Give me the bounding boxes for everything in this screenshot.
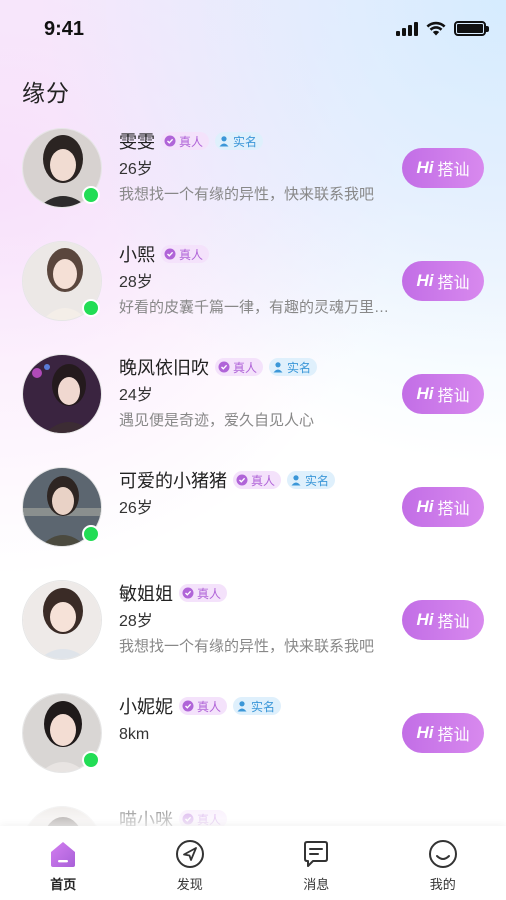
tab-home[interactable]: 首页	[0, 826, 127, 900]
list-item[interactable]: 雯雯 真人 实名 26岁 我想找一个有缘的异性，快来联系我吧 Hi 搭讪	[0, 124, 506, 236]
say-hi-button[interactable]: Hi 搭讪	[402, 600, 484, 640]
online-indicator	[82, 751, 100, 769]
avatar[interactable]	[22, 693, 102, 773]
real-person-badge: 真人	[161, 132, 210, 150]
person-icon	[272, 361, 284, 373]
user-age: 28岁	[119, 274, 153, 291]
user-age: 26岁	[119, 500, 153, 517]
user-list[interactable]: 雯雯 真人 实名 26岁 我想找一个有缘的异性，快来联系我吧 Hi 搭讪 小熙 …	[0, 120, 506, 826]
wifi-icon	[426, 21, 446, 36]
list-item[interactable]: 小妮妮 真人 实名 8km Hi 搭讪	[0, 689, 506, 801]
user-bio: 好看的皮囊千篇一律，有趣的灵魂万里挑一	[119, 299, 395, 316]
real-person-badge: 真人	[179, 810, 228, 826]
real-name-badge: 实名	[233, 697, 282, 715]
avatar[interactable]	[22, 128, 102, 208]
say-hi-button[interactable]: Hi 搭讪	[402, 374, 484, 414]
real-person-badge: 真人	[179, 584, 228, 602]
status-icons	[396, 21, 489, 36]
tab-messages[interactable]: 消息	[253, 826, 380, 900]
user-name: 敏姐姐	[119, 584, 173, 604]
real-person-badge: 真人	[161, 245, 210, 263]
tab-profile[interactable]: 我的	[380, 826, 506, 900]
user-name: 雯雯	[119, 132, 155, 152]
real-name-badge: 实名	[269, 358, 318, 376]
bottom-tab-bar: 首页 发现 消息 我的	[0, 826, 506, 900]
avatar[interactable]	[22, 467, 102, 547]
battery-icon	[454, 21, 489, 36]
user-name: 小熙	[119, 245, 155, 265]
avatar[interactable]	[22, 241, 102, 321]
person-icon	[290, 474, 302, 486]
verified-shield-icon	[164, 248, 176, 260]
say-hi-button[interactable]: Hi 搭讪	[402, 148, 484, 188]
online-indicator	[82, 525, 100, 543]
verified-shield-icon	[236, 474, 248, 486]
signal-icon	[396, 21, 418, 36]
avatar[interactable]	[22, 354, 102, 434]
user-distance: 8km	[119, 726, 150, 743]
page-title: 缘分	[22, 80, 70, 106]
person-icon	[218, 135, 230, 147]
say-hi-button[interactable]: Hi 搭讪	[402, 713, 484, 753]
real-person-badge: 真人	[215, 358, 264, 376]
real-person-badge: 真人	[233, 471, 282, 489]
home-icon	[47, 838, 79, 870]
person-icon	[236, 700, 248, 712]
avatar[interactable]	[22, 580, 102, 660]
user-name: 喵小咪	[119, 810, 173, 826]
list-item[interactable]: 可爱的小猪猪 真人 实名 26岁 Hi 搭讪	[0, 463, 506, 575]
user-bio: 我想找一个有缘的异性，快来联系我吧	[119, 638, 375, 655]
list-item[interactable]: 小熙 真人 28岁 好看的皮囊千篇一律，有趣的灵魂万里挑一 Hi 搭讪	[0, 237, 506, 349]
user-name: 可爱的小猪猪	[119, 471, 227, 491]
list-item[interactable]: 喵小咪 真人 Hi搭讪	[0, 802, 506, 826]
say-hi-button[interactable]: Hi 搭讪	[402, 487, 484, 527]
tab-discover[interactable]: 发现	[127, 826, 254, 900]
user-bio: 我想找一个有缘的异性，快来联系我吧	[119, 186, 375, 203]
user-name: 晚风依旧吹	[119, 358, 209, 378]
say-hi-button[interactable]: Hi 搭讪	[402, 261, 484, 301]
compass-icon	[174, 838, 206, 870]
user-name: 小妮妮	[119, 697, 173, 717]
user-age: 26岁	[119, 161, 153, 178]
avatar[interactable]	[22, 806, 102, 826]
online-indicator	[82, 299, 100, 317]
status-time: 9:41	[44, 18, 85, 40]
verified-shield-icon	[182, 700, 194, 712]
list-item[interactable]: 晚风依旧吹 真人 实名 24岁 遇见便是奇迹，爱久自见人心 Hi 搭讪	[0, 350, 506, 462]
verified-shield-icon	[218, 361, 230, 373]
real-person-badge: 真人	[179, 697, 228, 715]
list-item[interactable]: 敏姐姐 真人 28岁 我想找一个有缘的异性，快来联系我吧 Hi 搭讪	[0, 576, 506, 688]
status-bar: 9:41	[0, 0, 506, 60]
verified-shield-icon	[182, 813, 194, 825]
user-age: 24岁	[119, 387, 153, 404]
online-indicator	[82, 186, 100, 204]
real-name-badge: 实名	[215, 132, 264, 150]
verified-shield-icon	[182, 587, 194, 599]
verified-shield-icon	[164, 135, 176, 147]
smiley-icon	[427, 838, 459, 870]
real-name-badge: 实名	[287, 471, 336, 489]
message-icon	[300, 838, 332, 870]
user-bio: 遇见便是奇迹，爱久自见人心	[119, 412, 315, 429]
user-age: 28岁	[119, 613, 153, 630]
